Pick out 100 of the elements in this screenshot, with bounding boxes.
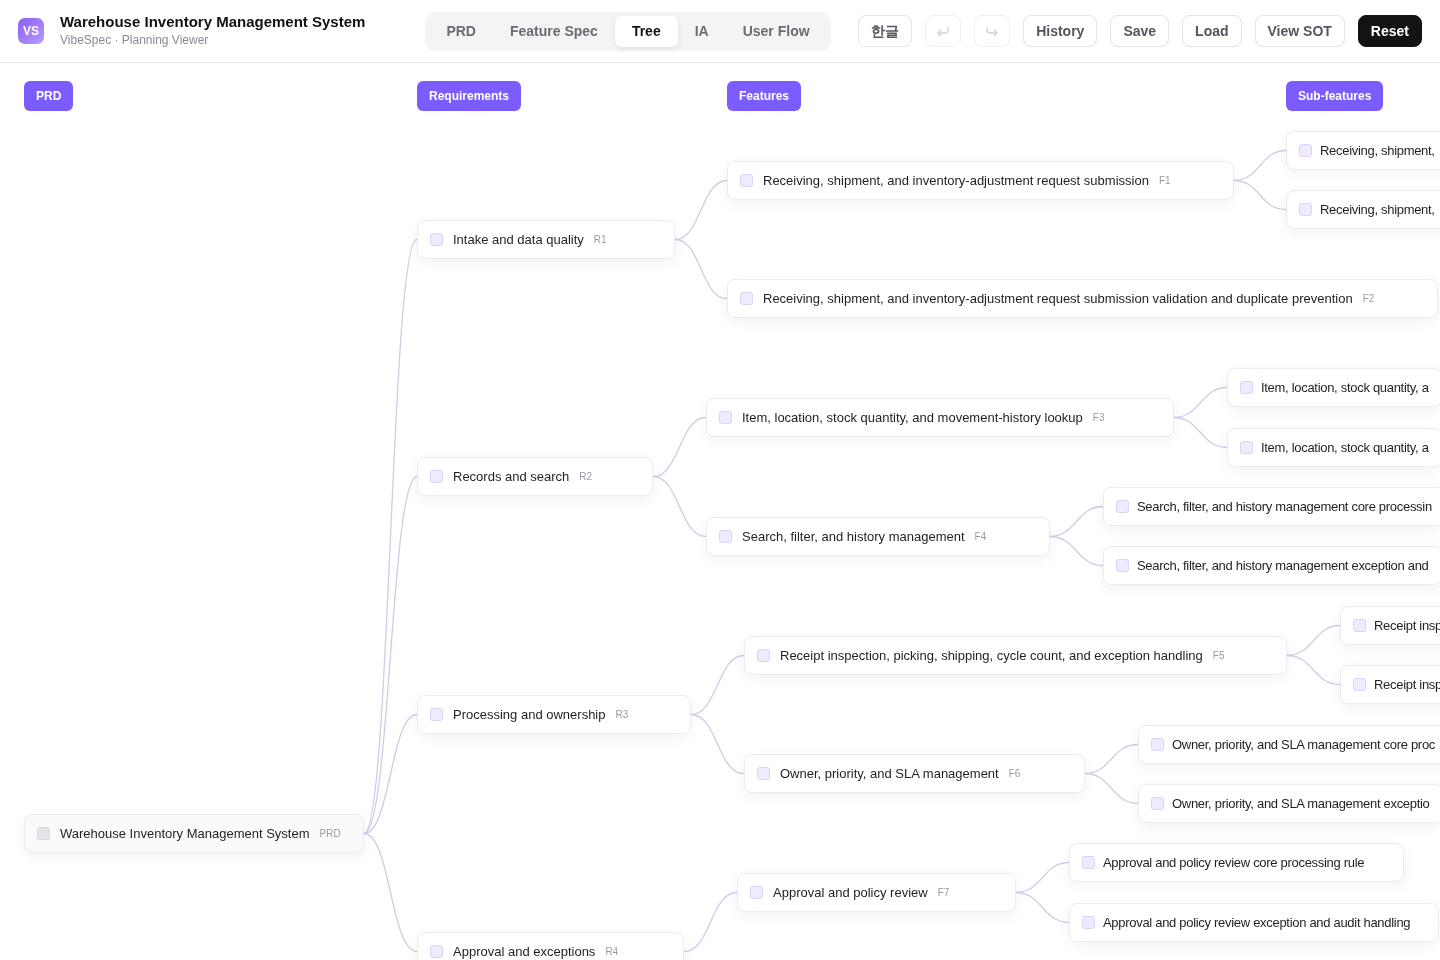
connector-line (1049, 535, 1104, 567)
connector-line (674, 179, 728, 241)
node-label: Item, location, stock quantity, and movement-history lookup (742, 408, 1083, 427)
node-code: F7 (937, 886, 950, 900)
checkbox[interactable] (1240, 441, 1253, 454)
node-code: F6 (1008, 767, 1021, 781)
node-code: F5 (1212, 649, 1225, 663)
checkbox[interactable] (719, 411, 732, 424)
tree-node[interactable]: Approval and policy review F7 (737, 873, 1016, 912)
node-code: F2 (1362, 292, 1375, 306)
tree-node[interactable]: Approval and policy review core processing rule (1069, 843, 1404, 882)
checkbox[interactable] (1299, 203, 1312, 216)
tab[interactable]: User Flow (725, 15, 827, 47)
checkbox[interactable] (1353, 619, 1366, 632)
connector-line (674, 238, 728, 300)
tab[interactable]: Tree (614, 15, 678, 47)
tree-node[interactable]: Receiving, shipment, and inventory-adjustment request submission validation and duplicate prevention F2 (727, 279, 1438, 318)
checkbox[interactable] (430, 233, 443, 246)
checkbox[interactable] (1116, 559, 1129, 572)
checkbox[interactable] (740, 292, 753, 305)
node-label: Approval and policy review exception and audit handling (1103, 913, 1411, 932)
connector-line (1015, 891, 1070, 924)
tree-node[interactable]: Item, location, stock quantity, a (1227, 368, 1440, 407)
checkbox[interactable] (750, 886, 763, 899)
node-label: Receiving, shipment, (1320, 141, 1435, 160)
tree-node[interactable]: Owner, priority, and SLA management exceptio (1138, 784, 1440, 823)
tab[interactable]: IA (677, 15, 726, 47)
node-code: R4 (605, 945, 619, 959)
column-header: Features (727, 81, 802, 111)
checkbox[interactable] (757, 649, 770, 662)
checkbox[interactable] (430, 470, 443, 483)
tree-node[interactable]: Receiving, shipment, (1286, 131, 1440, 170)
toolbar-button[interactable]: Load (1182, 15, 1242, 47)
toolbar-button[interactable]: 한글 (858, 15, 913, 47)
column-header: Sub-features (1286, 81, 1384, 111)
node-code: F3 (1092, 411, 1105, 425)
node-label: Search, filter, and history management (742, 527, 965, 546)
tree-node[interactable]: Receipt inspection, picking, shipping, cycle count, and exception handling F5 (744, 636, 1287, 675)
connector-line (1084, 772, 1139, 805)
tree-node[interactable]: Search, filter, and history management F4 (706, 517, 1050, 556)
toolbar-button[interactable]: View SOT (1254, 15, 1345, 47)
checkbox[interactable] (1151, 797, 1164, 810)
node-code: R2 (579, 470, 593, 484)
checkbox[interactable] (757, 767, 770, 780)
node-label: Owner, priority, and SLA management core proc (1172, 735, 1435, 754)
tree-node[interactable]: Processing and ownership R3 (417, 695, 691, 734)
tree-node[interactable]: Receiving, shipment, and inventory-adjustment request submission F1 (727, 161, 1234, 200)
checkbox[interactable] (430, 945, 443, 958)
tree-node[interactable]: Approval and exceptions R4 (417, 932, 684, 960)
tree-node[interactable]: Owner, priority, and SLA management F6 (744, 754, 1085, 793)
tree-node[interactable]: Intake and data quality R1 (417, 220, 675, 259)
node-code: F4 (974, 530, 987, 544)
checkbox[interactable] (1082, 916, 1095, 929)
checkbox[interactable] (1116, 500, 1129, 513)
node-label: Item, location, stock quantity, a (1261, 378, 1429, 397)
tree-node[interactable]: Search, filter, and history management exception and (1103, 546, 1440, 585)
checkbox[interactable] (1299, 144, 1312, 157)
checkbox[interactable] (740, 174, 753, 187)
tree-node[interactable]: Warehouse Inventory Management System PRD (24, 814, 364, 853)
node-label: Approval and policy review core processing rule (1103, 853, 1365, 872)
connector-line (690, 713, 745, 775)
node-label: Receiving, shipment, (1320, 200, 1435, 219)
node-label: Processing and ownership (453, 705, 606, 724)
tree-node[interactable]: Receiving, shipment, (1286, 190, 1440, 229)
node-code: PRD (319, 827, 341, 841)
node-label: Approval and exceptions (453, 942, 596, 960)
checkbox[interactable] (1151, 738, 1164, 751)
toolbar-button[interactable]: Save (1110, 15, 1170, 47)
node-label: Approval and policy review (773, 883, 928, 902)
reset-button[interactable]: Reset (1357, 15, 1422, 47)
node-code: F1 (1158, 174, 1171, 188)
tree-node[interactable]: Item, location, stock quantity, a (1227, 428, 1440, 467)
checkbox[interactable] (719, 530, 732, 543)
tab[interactable]: Feature Spec (492, 15, 615, 47)
node-label: Search, filter, and history management core processin (1137, 497, 1432, 516)
tree-node[interactable]: Item, location, stock quantity, and movement-history lookup F3 (706, 398, 1174, 437)
tree-node[interactable]: Search, filter, and history management core processin (1103, 487, 1440, 526)
app-title: Warehouse Inventory Management System (60, 13, 366, 31)
connector-line (1286, 654, 1341, 686)
checkbox[interactable] (430, 708, 443, 721)
app-subtitle: VibeSpec · Planning Viewer (60, 32, 210, 49)
logo: VS (18, 18, 44, 44)
checkbox[interactable] (1082, 856, 1095, 869)
node-code: R3 (615, 708, 629, 722)
tree-node[interactable]: Owner, priority, and SLA management core proc (1138, 725, 1440, 764)
connector-line (1233, 179, 1287, 211)
tree-node[interactable]: Approval and policy review exception and audit handling (1069, 903, 1439, 942)
connector-line (652, 475, 707, 538)
node-label: Receiving, shipment, and inventory-adjustment request submission (763, 171, 1149, 190)
node-label: Warehouse Inventory Management System (60, 824, 310, 843)
node-label: Owner, priority, and SLA management exceptio (1172, 794, 1430, 813)
checkbox[interactable] (1353, 678, 1366, 691)
checkbox[interactable] (37, 827, 50, 840)
tree-node[interactable]: Records and search R2 (417, 457, 653, 496)
checkbox[interactable] (1240, 381, 1253, 394)
node-label: Owner, priority, and SLA management (780, 764, 999, 783)
connector-line (683, 891, 738, 953)
node-label: Receiving, shipment, and inventory-adjustment request submission validation and duplicate prevention (763, 289, 1353, 308)
toolbar-button[interactable]: History (1023, 15, 1098, 47)
tab[interactable]: PRD (429, 15, 493, 47)
